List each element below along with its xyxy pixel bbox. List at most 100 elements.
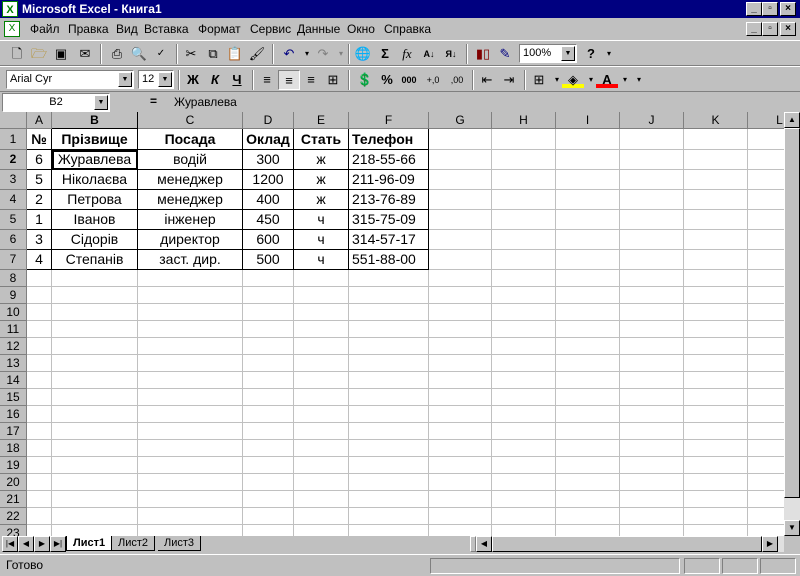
cell[interactable] [556,287,620,304]
cell[interactable] [556,150,620,170]
cell[interactable] [620,190,684,210]
cell[interactable] [748,230,784,250]
cell[interactable] [620,474,684,491]
align-right-icon[interactable]: ≡ [300,70,322,90]
cell[interactable] [492,129,556,150]
cell[interactable] [748,129,784,150]
first-sheet-icon[interactable]: |◀ [2,536,18,552]
table-cell[interactable]: 218-55-66 [349,150,429,170]
chevron-down-icon[interactable]: ▼ [158,72,172,87]
decrease-decimal-icon[interactable]: ,00 [446,70,468,90]
cell[interactable] [492,338,556,355]
column-header[interactable]: F [349,112,429,129]
cell[interactable] [684,474,748,491]
cell[interactable] [294,423,349,440]
table-cell[interactable]: 450 [243,210,294,230]
cell[interactable] [429,270,492,287]
cell[interactable] [556,338,620,355]
cell[interactable] [138,406,243,423]
cell[interactable] [243,355,294,372]
column-header[interactable]: D [243,112,294,129]
cell[interactable] [429,250,492,270]
cell[interactable] [294,508,349,525]
cell[interactable] [620,525,684,536]
table-cell[interactable]: Іванов [52,210,138,230]
sort-ascending-icon[interactable]: A↓ [418,44,440,64]
table-cell[interactable]: 5 [27,170,52,190]
cell[interactable] [620,372,684,389]
cell[interactable] [27,423,52,440]
cell[interactable] [748,150,784,170]
table-cell[interactable]: 6 [27,150,52,170]
cell[interactable] [620,338,684,355]
copy-icon[interactable]: ⧉ [202,44,224,64]
cell[interactable] [492,287,556,304]
cell[interactable] [620,270,684,287]
row-header[interactable]: 1 [0,129,27,150]
chart-wizard-icon[interactable]: ▮▯ [472,44,494,64]
cell[interactable] [138,423,243,440]
cell[interactable] [27,491,52,508]
cell[interactable] [27,440,52,457]
cell[interactable] [349,423,429,440]
cell[interactable] [52,321,138,338]
cell[interactable] [620,304,684,321]
table-header-cell[interactable]: Посада [138,129,243,150]
decrease-indent-icon[interactable]: ⇤ [476,70,498,90]
scroll-left-icon[interactable]: ◀ [476,536,492,552]
table-cell[interactable]: Петрова [52,190,138,210]
menu-window[interactable]: Окно [347,22,375,36]
cell[interactable] [748,321,784,338]
cell[interactable] [349,338,429,355]
scroll-up-icon[interactable]: ▲ [784,112,800,128]
cell[interactable] [429,423,492,440]
row-header[interactable]: 12 [0,338,27,355]
cell[interactable] [684,423,748,440]
cell[interactable] [684,406,748,423]
sheet-tab-1[interactable]: Лист1 [66,536,113,551]
cell[interactable] [294,338,349,355]
scroll-right-icon[interactable]: ▶ [762,536,778,552]
cell[interactable] [429,287,492,304]
table-cell[interactable]: заст. дир. [138,250,243,270]
cell[interactable] [556,304,620,321]
cell[interactable] [748,270,784,287]
cell[interactable] [620,129,684,150]
chevron-down-icon[interactable]: ▼ [561,46,575,61]
align-left-icon[interactable]: ≡ [256,70,278,90]
row-header[interactable]: 18 [0,440,27,457]
cell[interactable] [429,508,492,525]
table-header-cell[interactable]: Прізвище [52,129,138,150]
cell[interactable] [684,250,748,270]
row-header[interactable]: 4 [0,190,27,210]
cell[interactable] [243,389,294,406]
cell[interactable] [684,457,748,474]
cell[interactable] [349,525,429,536]
table-cell[interactable]: 2 [27,190,52,210]
row-header[interactable]: 22 [0,508,27,525]
spelling-icon[interactable]: ✓ [150,44,172,64]
cell[interactable] [349,440,429,457]
cell[interactable] [138,304,243,321]
cell[interactable] [349,389,429,406]
cell[interactable] [294,440,349,457]
cell[interactable] [492,304,556,321]
cell[interactable] [492,210,556,230]
function-icon[interactable]: fx [396,44,418,64]
cell[interactable] [349,474,429,491]
cell[interactable] [492,508,556,525]
cell[interactable] [429,389,492,406]
cell[interactable] [429,491,492,508]
cell[interactable] [492,372,556,389]
cell[interactable] [492,423,556,440]
cell[interactable] [27,270,52,287]
column-header[interactable]: H [492,112,556,129]
sort-descending-icon[interactable]: Я↓ [440,44,462,64]
cell[interactable] [243,423,294,440]
table-cell[interactable]: водій [138,150,243,170]
font-name-select[interactable]: Arial Cyr ▼ [6,70,134,89]
cell[interactable] [243,457,294,474]
table-cell[interactable]: 400 [243,190,294,210]
name-box[interactable]: B2 ▼ [2,93,110,112]
cell[interactable] [748,210,784,230]
